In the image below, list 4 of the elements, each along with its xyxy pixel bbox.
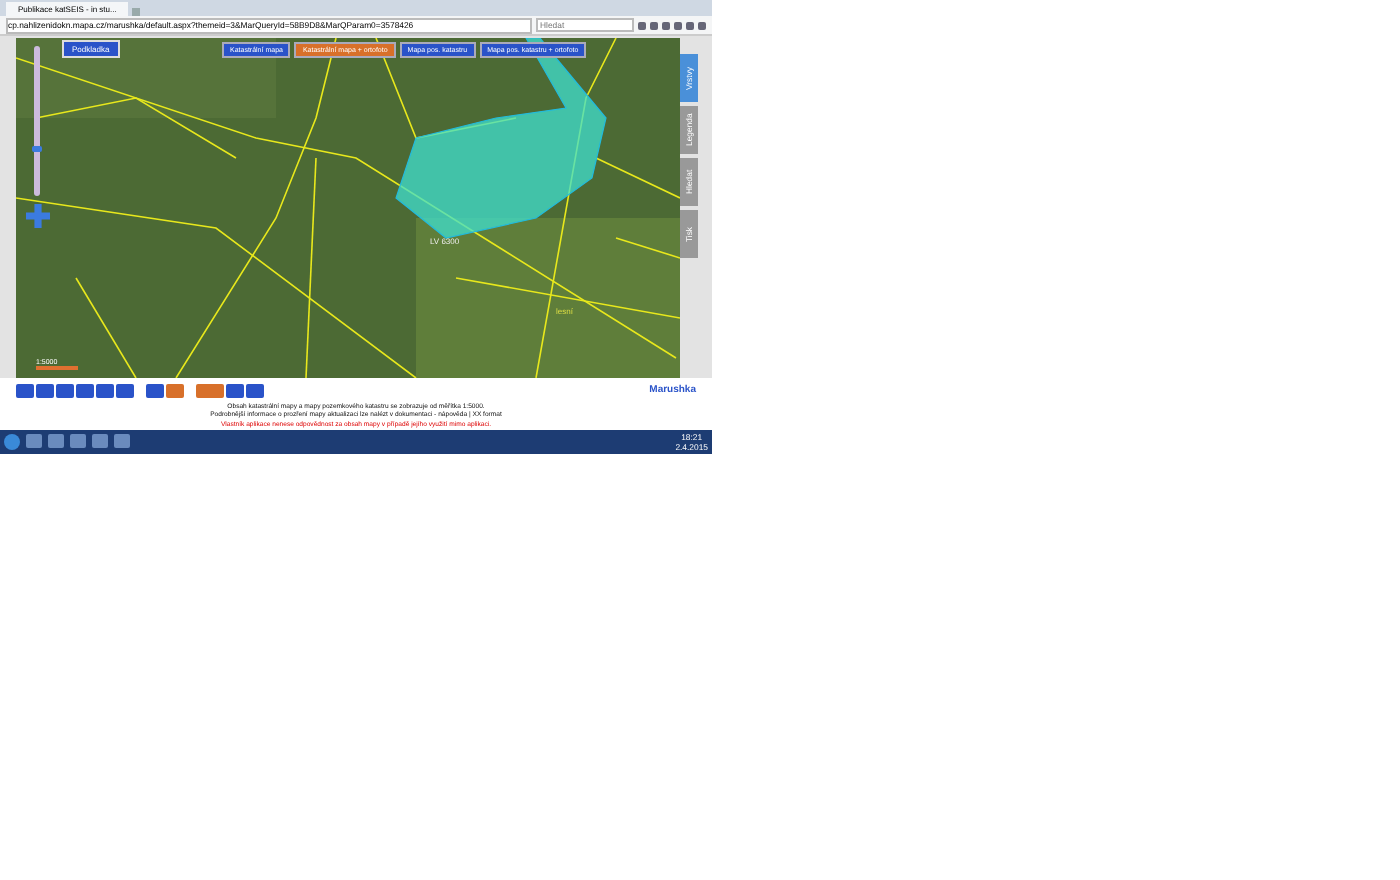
map-tool-icon[interactable] bbox=[196, 383, 224, 397]
zoom-slider[interactable] bbox=[34, 46, 40, 196]
start-button[interactable] bbox=[4, 433, 20, 450]
slider-thumb[interactable] bbox=[32, 145, 42, 151]
